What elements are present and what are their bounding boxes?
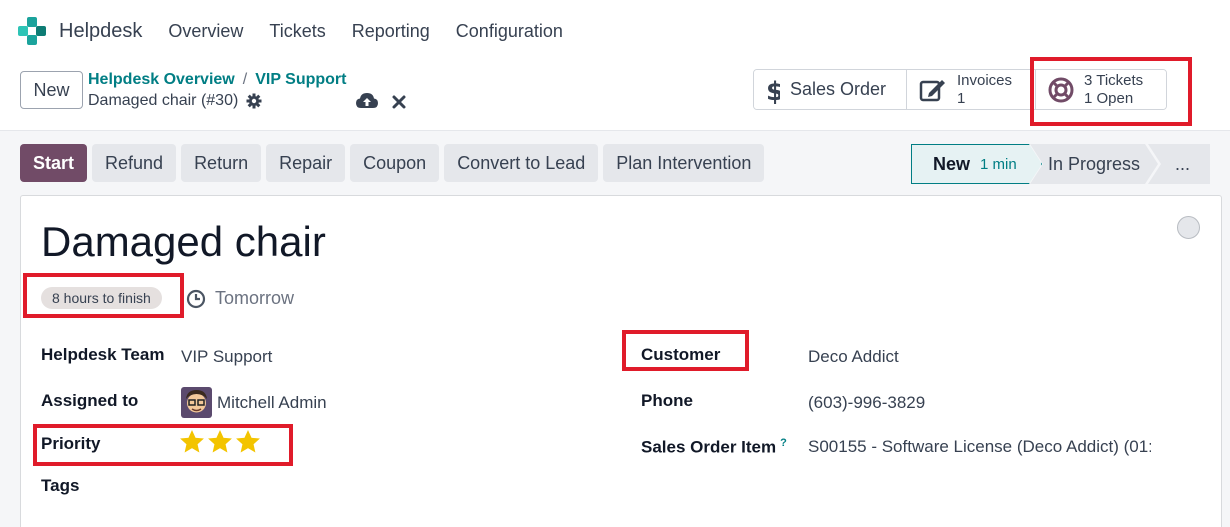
stage-new-duration: 1 min bbox=[980, 155, 1017, 173]
stage-in-progress[interactable]: In Progress bbox=[1030, 144, 1158, 184]
nav-reporting[interactable]: Reporting bbox=[352, 21, 430, 42]
invoices-button[interactable]: Invoices 1 bbox=[907, 70, 1036, 109]
invoices-count: 1 bbox=[957, 89, 966, 107]
phone-label: Phone bbox=[641, 391, 693, 410]
close-icon[interactable] bbox=[391, 94, 407, 110]
repair-button[interactable]: Repair bbox=[266, 144, 346, 182]
helpdesk-logo-icon[interactable] bbox=[18, 17, 46, 45]
refund-button[interactable]: Refund bbox=[92, 144, 177, 182]
ticket-name[interactable]: Damaged chair bbox=[41, 218, 326, 266]
app-name[interactable]: Helpdesk bbox=[59, 20, 142, 43]
stage-statusbar: New 1 min In Progress ... bbox=[911, 144, 1210, 184]
avatar bbox=[181, 387, 212, 418]
helpdesk-team-label: Helpdesk Team bbox=[41, 345, 165, 364]
phone-field[interactable]: (603)-996-3829 bbox=[808, 393, 925, 413]
top-navbar: Helpdesk Overview Tickets Reporting Conf… bbox=[0, 0, 1230, 62]
plan-intervention-button[interactable]: Plan Intervention bbox=[603, 144, 765, 182]
nav-configuration[interactable]: Configuration bbox=[456, 21, 563, 42]
help-tooltip-icon[interactable]: ? bbox=[780, 437, 787, 449]
sales-order-item-field[interactable]: S00155 - Software License (Deco Addict) … bbox=[808, 437, 1151, 457]
sales-order-label: Sales Order bbox=[790, 79, 887, 99]
nav-overview[interactable]: Overview bbox=[168, 21, 243, 42]
start-button[interactable]: Start bbox=[20, 144, 88, 182]
gear-icon[interactable] bbox=[246, 93, 262, 109]
action-buttons: Start Refund Return Repair Coupon Conver… bbox=[20, 144, 765, 182]
sales-order-button[interactable]: $ Sales Order bbox=[754, 70, 907, 109]
tickets-highlight-box bbox=[1030, 57, 1192, 126]
deadline-text[interactable]: Tomorrow bbox=[215, 288, 294, 309]
convert-to-lead-button[interactable]: Convert to Lead bbox=[444, 144, 599, 182]
breadcrumb-vip-support[interactable]: VIP Support bbox=[255, 71, 346, 89]
sales-order-item-label: Sales Order Item? bbox=[641, 437, 787, 458]
invoices-label: Invoices bbox=[957, 71, 1013, 89]
kanban-state-indicator[interactable] bbox=[1177, 216, 1200, 239]
return-button[interactable]: Return bbox=[181, 144, 262, 182]
dollar-icon: $ bbox=[766, 77, 780, 104]
helpdesk-team-field[interactable]: VIP Support bbox=[181, 347, 272, 367]
breadcrumb: Helpdesk Overview / VIP Support bbox=[88, 71, 346, 89]
stage-new-label: New bbox=[933, 153, 971, 174]
new-button[interactable]: New bbox=[20, 71, 83, 109]
sla-highlight-box bbox=[23, 273, 184, 318]
tags-label: Tags bbox=[41, 476, 80, 495]
breadcrumb-separator: / bbox=[242, 71, 248, 88]
stage-new[interactable]: New 1 min bbox=[911, 144, 1042, 184]
sales-order-item-label-text: Sales Order Item bbox=[641, 437, 777, 457]
cloud-upload-icon[interactable] bbox=[356, 92, 378, 110]
svg-text:$: $ bbox=[766, 77, 780, 104]
clock-icon bbox=[186, 289, 206, 309]
customer-highlight-box bbox=[622, 330, 749, 371]
record-title: Damaged chair (#30) bbox=[88, 92, 262, 110]
edit-document-icon bbox=[919, 79, 945, 101]
customer-field[interactable]: Deco Addict bbox=[808, 347, 899, 367]
priority-highlight-box bbox=[33, 424, 293, 466]
assigned-to-field[interactable]: Mitchell Admin bbox=[217, 393, 327, 413]
record-title-text: Damaged chair (#30) bbox=[88, 92, 239, 109]
coupon-button[interactable]: Coupon bbox=[350, 144, 440, 182]
breadcrumb-helpdesk-overview[interactable]: Helpdesk Overview bbox=[88, 71, 235, 89]
nav-tickets[interactable]: Tickets bbox=[269, 21, 325, 42]
assigned-to-label: Assigned to bbox=[41, 391, 139, 410]
